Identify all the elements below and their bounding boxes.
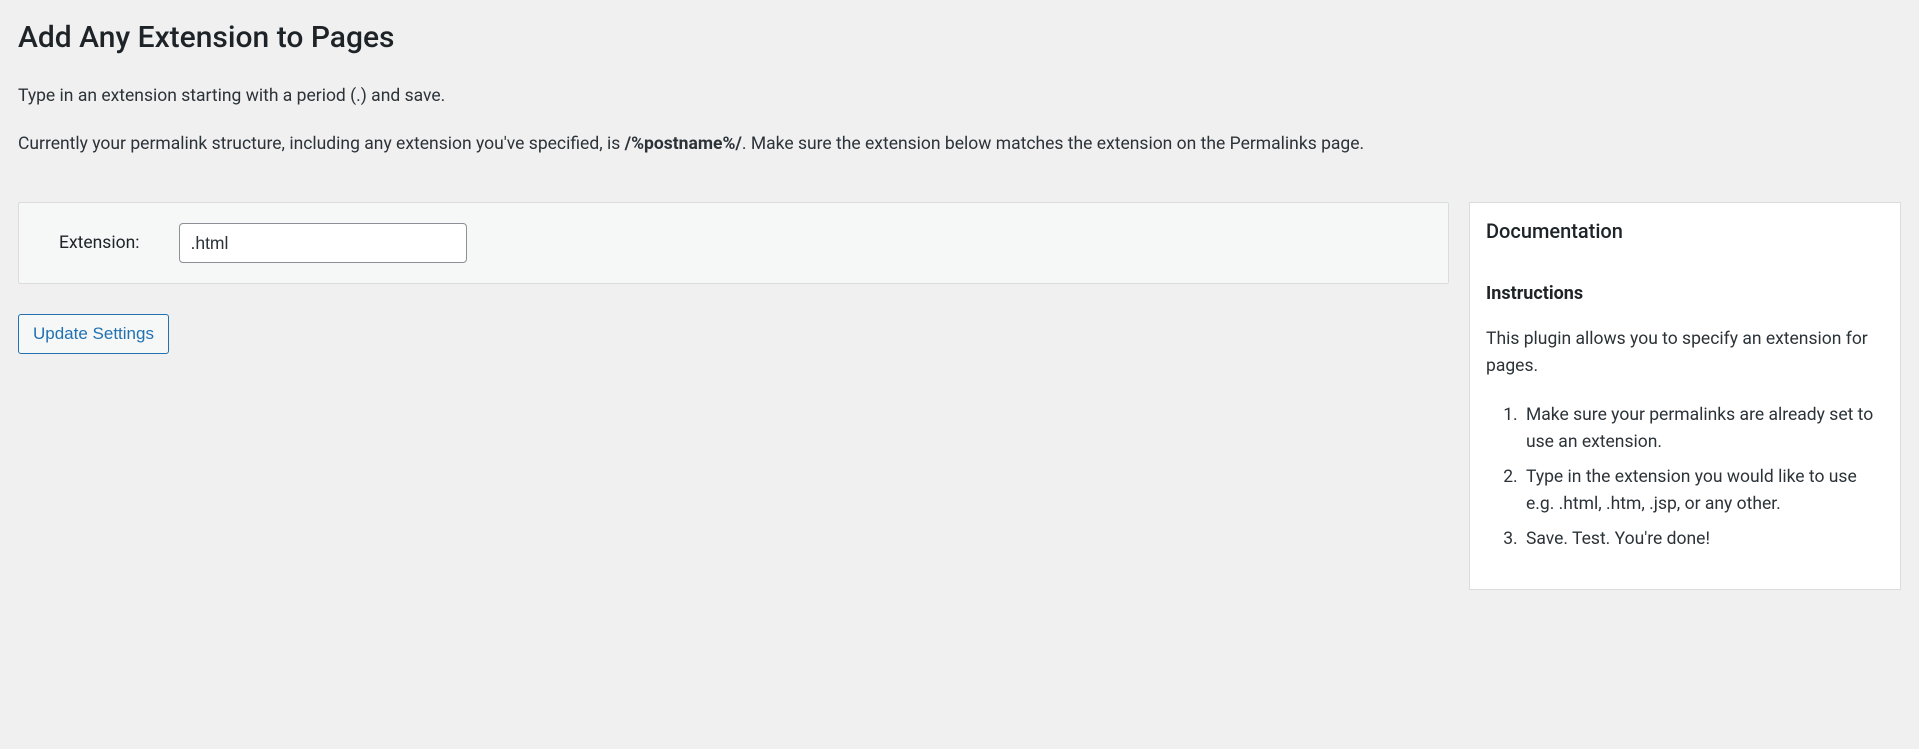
documentation-title: Documentation [1486, 219, 1884, 243]
extension-input[interactable] [179, 223, 467, 263]
intro-text-1: Type in an extension starting with a per… [18, 83, 1901, 109]
intro-text-2: Currently your permalink structure, incl… [18, 131, 1901, 157]
extension-setting-row: Extension: [18, 202, 1449, 284]
extension-label: Extension: [41, 233, 139, 253]
list-item: Save. Test. You're done! [1522, 526, 1884, 553]
instructions-heading: Instructions [1486, 283, 1884, 304]
instructions-list: Make sure your permalinks are already se… [1486, 402, 1884, 554]
documentation-description: This plugin allows you to specify an ext… [1486, 326, 1884, 380]
page-title: Add Any Extension to Pages [18, 20, 1901, 55]
form-panel: Extension: Update Settings [18, 202, 1449, 354]
permalink-structure: /%postname%/ [625, 134, 742, 154]
intro-prefix: Currently your permalink structure, incl… [18, 134, 625, 154]
list-item: Make sure your permalinks are already se… [1522, 402, 1884, 456]
intro-suffix: . Make sure the extension below matches … [742, 134, 1364, 154]
update-settings-button[interactable]: Update Settings [18, 314, 169, 354]
list-item: Type in the extension you would like to … [1522, 464, 1884, 518]
documentation-panel: Documentation Instructions This plugin a… [1469, 202, 1901, 591]
